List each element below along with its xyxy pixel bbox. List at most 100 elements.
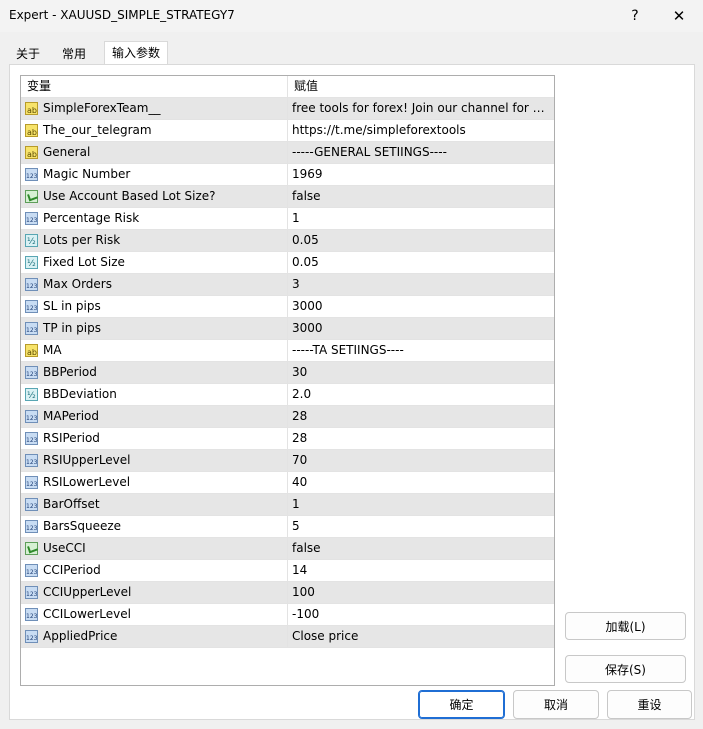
parameter-name-cell[interactable]: AppliedPrice — [21, 626, 288, 647]
parameter-value[interactable]: 3000 — [288, 296, 554, 317]
tab-input-parameters[interactable]: 输入参数 — [104, 41, 169, 66]
parameter-name-cell[interactable]: SL in pips — [21, 296, 288, 317]
parameter-value[interactable]: 3 — [288, 274, 554, 295]
parameter-value[interactable]: 28 — [288, 428, 554, 449]
table-row[interactable]: General -----GENERAL SETIINGS---- — [21, 142, 554, 164]
parameter-name-cell[interactable]: UseCCI — [21, 538, 288, 559]
parameter-name-cell[interactable]: Percentage Risk — [21, 208, 288, 229]
table-row[interactable]: Percentage Risk 1 — [21, 208, 554, 230]
parameter-name-cell[interactable]: BarsSqueeze — [21, 516, 288, 537]
table-row[interactable]: CCIPeriod 14 — [21, 560, 554, 582]
table-row[interactable]: Fixed Lot Size 0.05 — [21, 252, 554, 274]
parameter-name: Fixed Lot Size — [43, 255, 125, 269]
parameter-name-cell[interactable]: Lots per Risk — [21, 230, 288, 251]
parameter-name-cell[interactable]: Magic Number — [21, 164, 288, 185]
table-row[interactable]: MAPeriod 28 — [21, 406, 554, 428]
parameter-value[interactable]: 40 — [288, 472, 554, 493]
parameter-name: CCILowerLevel — [43, 607, 131, 621]
table-row[interactable]: Magic Number 1969 — [21, 164, 554, 186]
double-icon — [25, 254, 38, 273]
table-row[interactable]: BarOffset 1 — [21, 494, 554, 516]
parameter-name-cell[interactable]: BBDeviation — [21, 384, 288, 405]
parameter-value[interactable]: 100 — [288, 582, 554, 603]
integer-icon — [25, 584, 38, 603]
parameter-name-cell[interactable]: CCILowerLevel — [21, 604, 288, 625]
parameter-value[interactable]: -----TA SETIINGS---- — [288, 340, 554, 361]
parameter-value[interactable]: 28 — [288, 406, 554, 427]
table-row[interactable]: RSIUpperLevel 70 — [21, 450, 554, 472]
parameter-value[interactable]: -----GENERAL SETIINGS---- — [288, 142, 554, 163]
parameter-value[interactable]: 5 — [288, 516, 554, 537]
parameter-name-cell[interactable]: CCIPeriod — [21, 560, 288, 581]
string-icon — [25, 122, 38, 141]
integer-icon — [25, 210, 38, 229]
parameter-name-cell[interactable]: RSIPeriod — [21, 428, 288, 449]
table-row[interactable]: Use Account Based Lot Size? false — [21, 186, 554, 208]
ok-button[interactable]: 确定 — [418, 690, 505, 719]
table-row[interactable]: CCIUpperLevel 100 — [21, 582, 554, 604]
parameter-value[interactable]: Close price — [288, 626, 554, 647]
tab-common[interactable]: 常用 — [55, 43, 93, 65]
parameter-name-cell[interactable]: Max Orders — [21, 274, 288, 295]
parameter-value[interactable]: 1 — [288, 494, 554, 515]
parameter-name-cell[interactable]: BarOffset — [21, 494, 288, 515]
parameter-value[interactable]: 1 — [288, 208, 554, 229]
parameter-name-cell[interactable]: Fixed Lot Size — [21, 252, 288, 273]
cancel-button[interactable]: 取消 — [513, 690, 599, 719]
integer-icon — [25, 276, 38, 295]
parameter-name-cell[interactable]: General — [21, 142, 288, 163]
table-row[interactable]: TP in pips 3000 — [21, 318, 554, 340]
parameter-value[interactable]: 3000 — [288, 318, 554, 339]
save-button[interactable]: 保存(S) — [565, 655, 686, 683]
close-button[interactable]: ✕ — [664, 4, 694, 28]
variable-column-header[interactable]: 变量 — [21, 76, 288, 97]
table-row[interactable]: RSILowerLevel 40 — [21, 472, 554, 494]
load-button[interactable]: 加载(L) — [565, 612, 686, 640]
bool-icon — [25, 542, 38, 555]
parameter-name: Max Orders — [43, 277, 112, 291]
table-row[interactable]: Max Orders 3 — [21, 274, 554, 296]
parameter-value[interactable]: -100 — [288, 604, 554, 625]
parameter-value[interactable]: https://t.me/simpleforextools — [288, 120, 554, 141]
tab-about[interactable]: 关于 — [9, 43, 47, 65]
parameter-value[interactable]: 1969 — [288, 164, 554, 185]
parameter-name-cell[interactable]: MA — [21, 340, 288, 361]
parameter-value[interactable]: 2.0 — [288, 384, 554, 405]
table-row[interactable]: Lots per Risk 0.05 — [21, 230, 554, 252]
help-button[interactable]: ? — [620, 4, 650, 28]
parameter-name-cell[interactable]: The_our_telegram — [21, 120, 288, 141]
parameter-name-cell[interactable]: Use Account Based Lot Size? — [21, 186, 288, 207]
value-column-header[interactable]: 赋值 — [288, 76, 554, 97]
parameter-value[interactable]: false — [288, 538, 554, 559]
parameter-name-cell[interactable]: BBPeriod — [21, 362, 288, 383]
table-row[interactable]: MA -----TA SETIINGS---- — [21, 340, 554, 362]
table-row[interactable]: CCILowerLevel -100 — [21, 604, 554, 626]
parameter-name-cell[interactable]: RSIUpperLevel — [21, 450, 288, 471]
table-row[interactable]: SL in pips 3000 — [21, 296, 554, 318]
table-row[interactable]: The_our_telegram https://t.me/simpleforex… — [21, 120, 554, 142]
parameter-name-cell[interactable]: RSILowerLevel — [21, 472, 288, 493]
parameter-name: BarOffset — [43, 497, 100, 511]
reset-button[interactable]: 重设 — [607, 690, 692, 719]
parameter-value[interactable]: 70 — [288, 450, 554, 471]
parameter-value[interactable]: 30 — [288, 362, 554, 383]
parameter-name-cell[interactable]: MAPeriod — [21, 406, 288, 427]
parameter-name-cell[interactable]: TP in pips — [21, 318, 288, 339]
parameter-name-cell[interactable]: SimpleForexTeam__ — [21, 98, 288, 119]
table-row[interactable]: BBDeviation 2.0 — [21, 384, 554, 406]
parameter-value[interactable]: false — [288, 186, 554, 207]
table-row[interactable]: RSIPeriod 28 — [21, 428, 554, 450]
parameter-value[interactable]: 14 — [288, 560, 554, 581]
integer-icon — [25, 452, 38, 471]
parameter-value[interactable]: 0.05 — [288, 252, 554, 273]
table-row[interactable]: SimpleForexTeam__ free tools for forex! J… — [21, 98, 554, 120]
integer-icon — [25, 628, 38, 647]
grid-rows: SimpleForexTeam__ free tools for forex! J… — [21, 98, 554, 648]
parameter-name-cell[interactable]: CCIUpperLevel — [21, 582, 288, 603]
table-row[interactable]: AppliedPrice Close price — [21, 626, 554, 648]
parameter-value[interactable]: 0.05 — [288, 230, 554, 251]
parameter-value[interactable]: free tools for forex! Join our channel f… — [288, 98, 554, 119]
table-row[interactable]: BarsSqueeze 5 — [21, 516, 554, 538]
table-row[interactable]: UseCCI false — [21, 538, 554, 560]
table-row[interactable]: BBPeriod 30 — [21, 362, 554, 384]
